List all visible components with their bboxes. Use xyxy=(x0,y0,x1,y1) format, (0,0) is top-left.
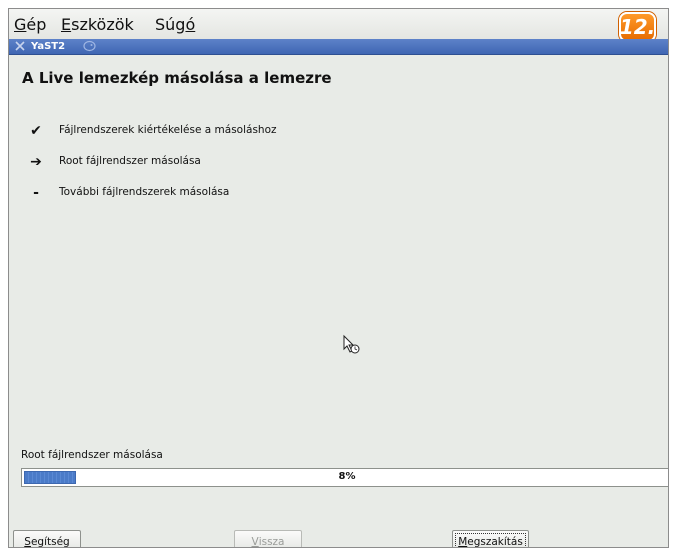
back-mnemonic: V xyxy=(251,535,259,548)
menubar: Gép Eszközök Súgó 12. xyxy=(9,9,668,42)
abort-button[interactable]: Megszakítás xyxy=(452,530,529,548)
menu-eszkozok-rest: szközök xyxy=(71,15,134,34)
step-label: Fájlrendszerek kiértékelése a másoláshoz xyxy=(59,124,277,136)
checkmark-icon: ✔ xyxy=(30,123,42,139)
busy-cursor-icon xyxy=(343,334,360,354)
pending-dash-icon: - xyxy=(33,185,39,201)
back-label-rest: issza xyxy=(258,535,285,548)
window-title: YaST2 xyxy=(31,41,66,52)
window-titlebar: YaST2 xyxy=(9,39,668,55)
menu-gep[interactable]: Gép xyxy=(14,15,46,34)
menu-sugo[interactable]: Súgó xyxy=(155,15,195,34)
menu-sugo-pre: Súg xyxy=(155,15,186,34)
help-button[interactable]: Segítség xyxy=(13,530,81,548)
step-label: Root fájlrendszer másolása xyxy=(59,155,201,167)
abort-label-rest: egszakítás xyxy=(467,535,523,548)
step-label: További fájlrendszerek másolása xyxy=(59,186,230,198)
close-icon[interactable] xyxy=(14,40,26,52)
page-title: A Live lemezkép másolása a lemezre xyxy=(22,69,332,87)
help-label-rest: egítség xyxy=(30,535,70,548)
progress-bar: 8% xyxy=(21,468,668,487)
menu-eszkozok[interactable]: Eszközök xyxy=(61,15,134,34)
arrow-right-icon: ➔ xyxy=(30,154,42,170)
issue-number-badge: 12. xyxy=(619,12,656,42)
back-button[interactable]: Vissza xyxy=(234,530,302,548)
abort-mnemonic: M xyxy=(458,535,468,548)
help-mnemonic: S xyxy=(24,535,31,548)
progress-percent: 8% xyxy=(338,471,356,482)
progress-label: Root fájlrendszer másolása xyxy=(21,449,163,461)
chameleon-logo-icon xyxy=(83,40,96,52)
menu-gep-rest: ép xyxy=(26,15,47,34)
yast-window-frame: Gép Eszközök Súgó 12. YaST2 A Live lemez… xyxy=(8,8,669,548)
